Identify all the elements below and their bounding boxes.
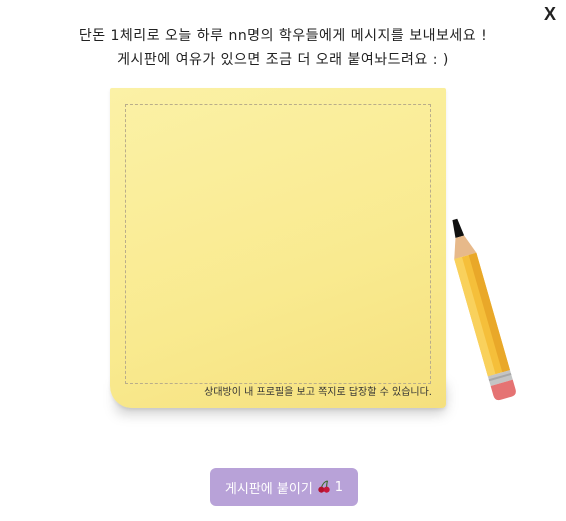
instructions: 단돈 1체리로 오늘 하루 nn명의 학우들에게 메시지를 보내보세요 ! 게시… — [0, 24, 566, 72]
instruction-line-1: 단돈 1체리로 오늘 하루 nn명의 학우들에게 메시지를 보내보세요 ! — [78, 28, 488, 44]
cherry-count: 1 — [334, 479, 344, 495]
close-button[interactable]: X — [544, 4, 556, 25]
post-to-board-button[interactable]: 게시판에 붙이기 1 — [210, 468, 358, 506]
instruction-line-2: 게시판에 여유가 있으면 조금 더 오래 붙여놔드려요 : ) — [117, 52, 449, 68]
note-hint: 상대방이 내 프로필을 보고 쪽지로 답장할 수 있습니다. — [204, 387, 432, 398]
post-button-label: 게시판에 붙이기 — [224, 481, 313, 497]
note-paper: 상대방이 내 프로필을 보고 쪽지로 답장할 수 있습니다. — [110, 88, 446, 408]
cherry-icon — [318, 480, 330, 493]
sticky-note: 상대방이 내 프로필을 보고 쪽지로 답장할 수 있습니다. — [110, 88, 446, 414]
message-input[interactable] — [130, 112, 426, 368]
pencil-icon — [452, 218, 516, 401]
